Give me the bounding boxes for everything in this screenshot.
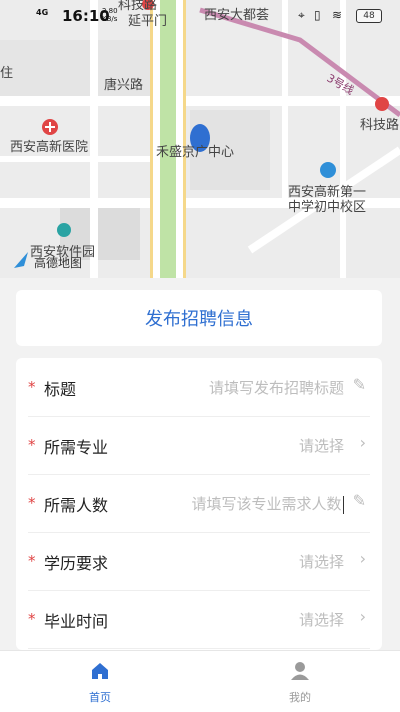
- major-select[interactable]: 请选择: [299, 435, 344, 456]
- graduation-select[interactable]: 请选择: [299, 609, 344, 630]
- wifi-icon: ≋: [332, 8, 343, 22]
- tab-home[interactable]: 首页: [0, 651, 200, 712]
- required-mark: *: [28, 378, 36, 396]
- amap-logo: 高德地图: [34, 256, 83, 270]
- edit-icon: ✎: [352, 375, 366, 394]
- speed-unit: KB/s: [102, 15, 118, 23]
- form-row-education[interactable]: * 学历要求 请选择 ›: [28, 532, 370, 591]
- form-row-title[interactable]: * 标题 请填写发布招聘标题 ✎: [28, 358, 370, 417]
- tab-mine[interactable]: 我的: [200, 651, 400, 712]
- headcount-placeholder: 请填写该专业需求人数: [191, 495, 342, 513]
- recruitment-form: * 标题 请填写发布招聘标题 ✎ * 所需专业 请选择 › * 所需人数 请填写…: [16, 358, 382, 650]
- title-input[interactable]: 请填写发布招聘标题: [209, 377, 344, 398]
- status-bar: 4G 16:10 2.80 KB/s ⌖ ▯ ≋ 48: [0, 0, 400, 30]
- map-label-gaoxin-hospital: 西安高新医院: [10, 140, 89, 155]
- field-label: 标题: [44, 380, 77, 399]
- page-title: 发布招聘信息: [16, 290, 382, 346]
- field-label: 所需人数: [44, 496, 109, 515]
- map-label-keji-road: 科技路: [360, 118, 400, 133]
- home-icon: [90, 661, 110, 685]
- field-label: 学历要求: [44, 554, 109, 573]
- map-label-tangxing-road: 唐兴路: [104, 78, 144, 93]
- required-mark: *: [28, 436, 36, 454]
- tab-mine-label: 我的: [289, 691, 311, 704]
- network-type: 4G: [36, 8, 49, 17]
- edit-icon: ✎: [352, 491, 366, 510]
- network-speed: 2.80 KB/s: [102, 7, 118, 23]
- chevron-right-icon: ›: [359, 607, 366, 626]
- map-label-school-line2: 中学初中校区: [288, 200, 367, 215]
- required-mark: *: [28, 494, 36, 512]
- headcount-input[interactable]: 请填写该专业需求人数: [191, 493, 344, 514]
- battery-icon: 48: [356, 9, 382, 23]
- bottom-tab-bar: 首页 我的: [0, 650, 400, 712]
- education-select[interactable]: 请选择: [299, 551, 344, 572]
- speed-value: 2.80: [102, 7, 118, 15]
- map-view[interactable]: 科技路 延平门 西安大都荟 住 3号线 唐兴路 科技路 西安高新医院 禾盛京广中…: [0, 0, 400, 278]
- required-mark: *: [28, 552, 36, 570]
- form-row-headcount[interactable]: * 所需人数 请填写该专业需求人数 ✎: [28, 474, 370, 533]
- location-icon: ⌖: [298, 8, 305, 22]
- field-label: 毕业时间: [44, 612, 109, 631]
- chevron-right-icon: ›: [359, 549, 366, 568]
- vibrate-icon: ▯: [314, 8, 321, 22]
- map-label-hesheng: 禾盛京广中心: [156, 145, 235, 160]
- map-label-zhu: 住: [0, 66, 14, 81]
- user-icon: [290, 661, 310, 685]
- form-row-major[interactable]: * 所需专业 请选择 ›: [28, 416, 370, 475]
- field-label: 所需专业: [44, 438, 109, 457]
- form-row-graduation[interactable]: * 毕业时间 请选择 ›: [28, 590, 370, 649]
- required-mark: *: [28, 610, 36, 628]
- chevron-right-icon: ›: [359, 433, 366, 452]
- tab-home-label: 首页: [89, 691, 111, 704]
- text-cursor: [342, 495, 344, 514]
